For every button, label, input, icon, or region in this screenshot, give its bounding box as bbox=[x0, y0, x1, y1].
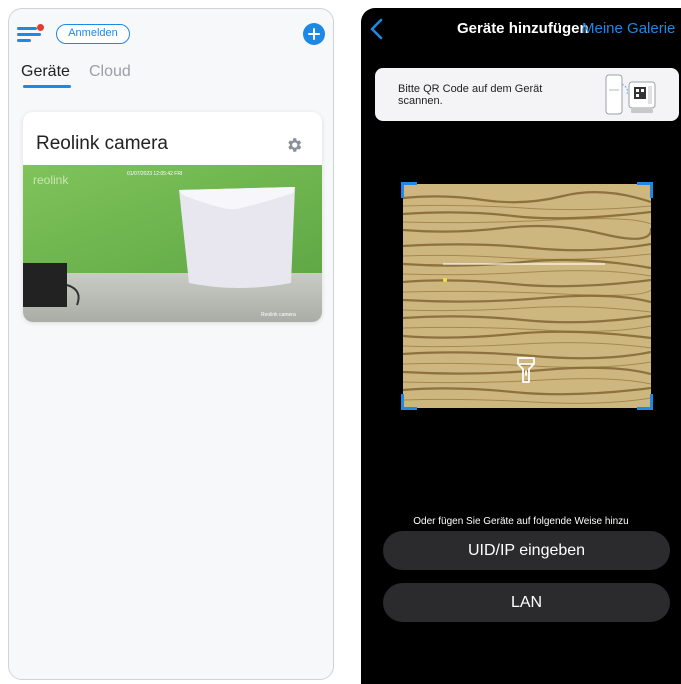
camera-scan-viewfinder[interactable] bbox=[401, 182, 653, 410]
scan-corner bbox=[637, 394, 653, 410]
lan-button[interactable]: LAN bbox=[383, 583, 670, 622]
scan-corner bbox=[637, 182, 653, 198]
device-list-screen: Anmelden Geräte Cloud Reolink camera reo… bbox=[8, 8, 334, 680]
camera-name: Reolink camera bbox=[36, 133, 168, 154]
tab-devices[interactable]: Geräte bbox=[21, 63, 70, 81]
camera-card[interactable]: Reolink camera reolink 01/07/2023 12:05:… bbox=[23, 112, 322, 322]
login-button[interactable]: Anmelden bbox=[56, 24, 130, 44]
thumbnail-timestamp: 01/07/2023 12:05:42 FRI bbox=[127, 171, 182, 177]
enter-uid-ip-button[interactable]: UID/IP eingeben bbox=[383, 531, 670, 570]
notification-dot bbox=[37, 24, 44, 31]
qr-hint-text: Bitte QR Code auf dem Gerät scannen. bbox=[398, 83, 543, 107]
menu-icon[interactable] bbox=[17, 24, 44, 45]
qr-hint-box: Bitte QR Code auf dem Gerät scannen. bbox=[375, 68, 679, 121]
scan-corner bbox=[401, 394, 417, 410]
flashlight-icon[interactable] bbox=[515, 355, 537, 385]
phone-qr-illustration bbox=[605, 74, 656, 115]
page-title: Geräte hinzufügen bbox=[457, 20, 589, 37]
alternative-methods-text: Oder fügen Sie Geräte auf folgende Weise… bbox=[413, 516, 629, 527]
scan-corner bbox=[401, 182, 417, 198]
gallery-link[interactable]: Meine Galerie bbox=[582, 20, 675, 37]
gear-icon[interactable] bbox=[285, 136, 303, 154]
tab-cloud[interactable]: Cloud bbox=[89, 63, 131, 81]
chevron-left-icon[interactable] bbox=[369, 18, 385, 40]
thumbnail-label: Reolink camera bbox=[261, 312, 296, 318]
thumbnail-brand: reolink bbox=[33, 173, 69, 187]
add-device-screen: Geräte hinzufügen Meine Galerie Bitte QR… bbox=[361, 8, 681, 684]
add-device-icon[interactable] bbox=[303, 23, 325, 45]
camera-thumbnail[interactable]: reolink 01/07/2023 12:05:42 FRI Reolink … bbox=[23, 165, 322, 322]
top-bar: Anmelden bbox=[9, 9, 333, 59]
active-tab-indicator bbox=[23, 85, 71, 88]
